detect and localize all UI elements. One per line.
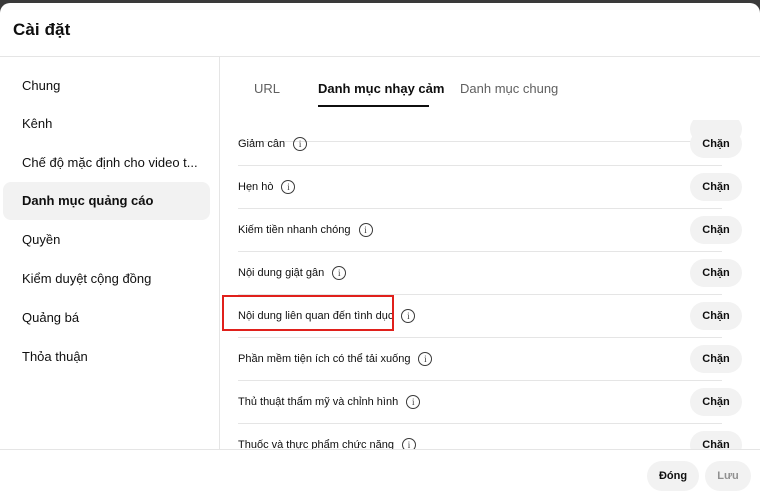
info-icon[interactable]: i	[418, 352, 433, 366]
dialog-header: Cài đặt	[0, 3, 760, 57]
category-label: Phần mềm tiện ích có thể tải xuống i	[238, 352, 433, 366]
info-icon[interactable]: i	[401, 309, 416, 323]
info-icon[interactable]: i	[401, 438, 416, 449]
info-icon[interactable]: i	[332, 266, 347, 280]
save-button[interactable]: Lưu	[705, 461, 751, 491]
settings-dialog: Cài đặt Chung Kênh Chế độ mặc định cho v…	[0, 3, 760, 494]
block-button[interactable]: Chặn	[690, 173, 742, 201]
category-name: Kiếm tiền nhanh chóng	[238, 224, 351, 236]
list-item: Thuốc và thực phẩm chức năng i Chặn	[238, 424, 742, 449]
info-icon[interactable]: i	[281, 180, 296, 194]
sidebar-item-permissions[interactable]: Quyền	[3, 221, 210, 259]
category-name: Giảm cân	[238, 138, 286, 150]
block-button[interactable]: Chặn	[690, 259, 742, 287]
close-button[interactable]: Đóng	[647, 461, 699, 491]
category-label: Nội dung giật gân i	[238, 266, 347, 280]
sidebar-item-general[interactable]: Chung	[3, 67, 210, 105]
list-item: Hẹn hò i Chặn	[238, 166, 742, 209]
category-name: Thủ thuật thẩm mỹ và chỉnh hình	[238, 396, 399, 408]
info-icon[interactable]: i	[293, 137, 308, 151]
sidebar-item-promotions[interactable]: Quảng bá	[3, 299, 210, 337]
tab-general-categories[interactable]: Danh mục chung	[460, 81, 558, 96]
list-item: Giảm cân i Chặn	[238, 123, 742, 166]
block-button[interactable]: Chặn	[690, 431, 742, 449]
tab-sensitive-categories[interactable]: Danh mục nhạy cảm	[318, 81, 444, 96]
block-button[interactable]: Chặn	[690, 130, 742, 158]
block-button[interactable]: Chặn	[690, 345, 742, 373]
category-name: Phần mềm tiện ích có thể tải xuống	[238, 353, 411, 365]
category-name: Thuốc và thực phẩm chức năng	[238, 439, 394, 449]
block-button[interactable]: Chặn	[690, 216, 742, 244]
list-item: Nội dung giật gân i Chặn	[238, 252, 742, 295]
category-label: Thủ thuật thẩm mỹ và chỉnh hình i	[238, 395, 421, 409]
sidebar-item-channel[interactable]: Kênh	[3, 105, 210, 143]
sidebar-item-upload-defaults[interactable]: Chế độ mặc định cho video t...	[3, 144, 210, 182]
dialog-footer: Đóng Lưu	[0, 449, 760, 494]
block-button[interactable]: Chặn	[690, 302, 742, 330]
category-label: Thuốc và thực phẩm chức năng i	[238, 438, 416, 449]
list-item: Thủ thuật thẩm mỹ và chỉnh hình i Chặn	[238, 381, 742, 424]
info-icon[interactable]: i	[358, 223, 373, 237]
red-highlight-box	[222, 295, 394, 331]
category-label: Giảm cân i	[238, 137, 308, 151]
tab-url[interactable]: URL	[254, 81, 280, 96]
sidebar-item-agreements[interactable]: Thỏa thuận	[3, 338, 210, 376]
dialog-title: Cài đặt	[13, 20, 71, 39]
sidebar-item-ad-categories[interactable]: Danh mục quảng cáo	[3, 182, 210, 220]
list-item: Phần mềm tiện ích có thể tải xuống i Chặ…	[238, 338, 742, 381]
category-name: Hẹn hò	[238, 181, 274, 193]
category-tabs: URL Danh mục nhạy cảm Danh mục chung	[220, 57, 760, 120]
info-icon[interactable]: i	[406, 395, 421, 409]
category-name: Nội dung giật gân	[238, 267, 325, 279]
category-label: Hẹn hò i	[238, 180, 296, 194]
sidebar-item-community[interactable]: Kiểm duyệt cộng đồng	[3, 260, 210, 298]
category-label: Kiếm tiền nhanh chóng i	[238, 223, 373, 237]
settings-sidebar: Chung Kênh Chế độ mặc định cho video t..…	[0, 57, 220, 449]
sensitive-category-list: Giảm cân i Chặn Hẹn hò i Chặn Kiếm tiền …	[220, 120, 760, 449]
list-item: Kiếm tiền nhanh chóng i Chặn	[238, 209, 742, 252]
block-button[interactable]: Chặn	[690, 388, 742, 416]
active-tab-indicator	[318, 105, 429, 107]
main-panel: URL Danh mục nhạy cảm Danh mục chung Giả…	[220, 57, 760, 449]
